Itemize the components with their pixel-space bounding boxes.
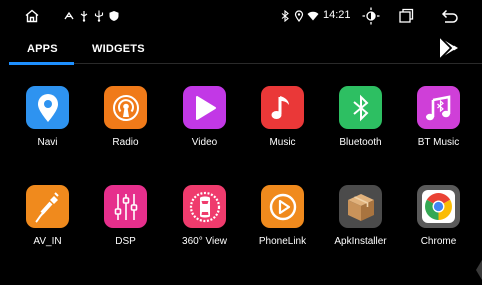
equalizer-icon[interactable]	[104, 185, 147, 228]
scroll-edge-indicator	[474, 260, 482, 280]
shield-icon	[108, 0, 120, 32]
play-store-icon[interactable]	[436, 35, 462, 66]
app-chrome[interactable]: Chrome	[402, 185, 472, 265]
tab-apps[interactable]: APPS	[27, 43, 58, 55]
app-music[interactable]: Music	[246, 86, 316, 166]
app-label: BT Music	[417, 137, 460, 148]
recent-apps-icon[interactable]	[398, 0, 414, 32]
location-pin-icon[interactable]	[26, 86, 69, 129]
app-360-view[interactable]: 360° View	[168, 185, 238, 265]
bluetooth-status-icon	[280, 0, 290, 32]
app-radio[interactable]: Radio	[89, 86, 159, 166]
tab-widgets[interactable]: WIDGETS	[92, 43, 145, 55]
app-bluetooth[interactable]: Bluetooth	[324, 86, 394, 166]
brightness-icon[interactable]	[362, 0, 380, 32]
phonelink-play-icon[interactable]	[261, 185, 304, 228]
app-phonelink[interactable]: PhoneLink	[246, 185, 316, 265]
app-label: Chrome	[420, 236, 457, 247]
location-icon	[294, 0, 304, 32]
app-dsp[interactable]: DSP	[89, 185, 159, 265]
status-bar: 14:21	[0, 0, 482, 32]
usb-alt-icon	[78, 0, 90, 32]
av-cable-icon[interactable]	[26, 185, 69, 228]
radio-icon[interactable]	[104, 86, 147, 129]
home-icon[interactable]	[22, 0, 42, 32]
app-apkinstaller[interactable]: ApkInstaller	[324, 185, 394, 265]
wifi-icon	[307, 0, 319, 32]
back-icon[interactable]	[441, 0, 459, 32]
status-time: 14:21	[323, 9, 351, 21]
app-av-in[interactable]: AV_IN	[11, 185, 81, 265]
bt-music-icon[interactable]	[417, 86, 460, 129]
tab-divider	[74, 63, 482, 64]
app-bt-music[interactable]: BT Music	[402, 86, 472, 166]
app-video[interactable]: Video	[168, 86, 238, 166]
play-icon[interactable]	[183, 86, 226, 129]
app-navi[interactable]: Navi	[11, 86, 81, 166]
car-360-icon[interactable]	[183, 185, 226, 228]
chrome-icon-plate	[422, 190, 455, 223]
chrome-icon[interactable]	[417, 185, 460, 228]
usb-storage-icon	[93, 0, 105, 32]
usb-icon	[63, 0, 75, 32]
package-box-icon[interactable]	[339, 185, 382, 228]
music-note-icon[interactable]	[261, 86, 304, 129]
bluetooth-icon[interactable]	[339, 86, 382, 129]
active-tab-indicator	[9, 62, 74, 65]
